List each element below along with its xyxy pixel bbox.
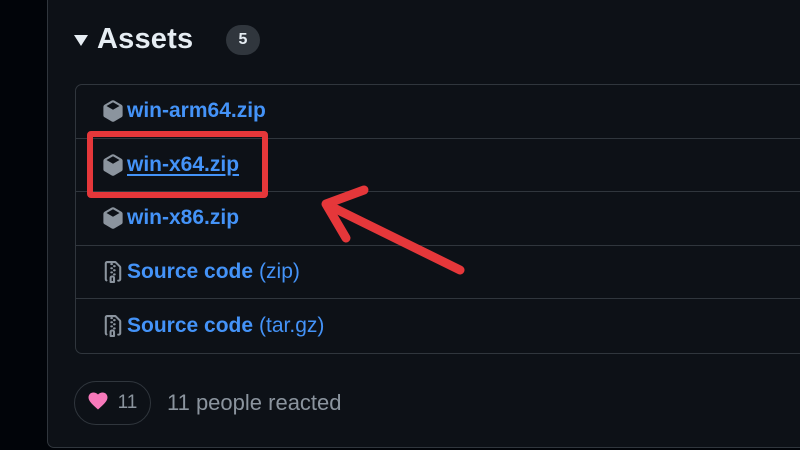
asset-row: Source code (tar.gz)	[76, 299, 800, 353]
reaction-summary: 11 people reacted	[167, 390, 342, 415]
asset-row: Source code (zip)	[76, 246, 800, 300]
asset-format: (zip)	[259, 260, 300, 284]
heart-icon	[88, 392, 108, 415]
asset-name: win-x86.zip	[127, 206, 240, 230]
asset-link-source-tar-gz[interactable]: Source code (tar.gz)	[102, 314, 324, 338]
heart-reaction-button[interactable]: 11	[74, 381, 151, 425]
asset-row: win-x86.zip	[76, 192, 800, 246]
caret-down-icon	[74, 34, 88, 46]
asset-link-source-zip[interactable]: Source code (zip)	[102, 260, 300, 284]
asset-name: Source code	[127, 314, 254, 338]
page: Assets 5 win-arm64.zip win-x64.zip win-x…	[0, 0, 800, 450]
assets-title: Assets	[97, 22, 194, 55]
package-icon	[102, 99, 124, 123]
asset-link-win-x86[interactable]: win-x86.zip	[102, 206, 239, 230]
assets-toggle[interactable]: Assets	[74, 18, 193, 60]
asset-link-win-arm64[interactable]: win-arm64.zip	[102, 99, 266, 123]
asset-link-win-x64[interactable]: win-x64.zip	[102, 153, 239, 177]
asset-name: win-arm64.zip	[127, 99, 266, 123]
asset-row: win-arm64.zip	[76, 85, 800, 139]
assets-count-badge: 5	[226, 25, 260, 55]
package-icon	[102, 153, 124, 177]
reaction-count: 11	[117, 392, 138, 413]
asset-format: (tar.gz)	[259, 314, 325, 338]
package-icon	[102, 206, 124, 230]
asset-row: win-x64.zip	[76, 139, 800, 193]
file-zip-icon	[102, 260, 124, 284]
asset-name: win-x64.zip	[127, 152, 240, 176]
asset-name: Source code	[127, 260, 254, 284]
asset-list: win-arm64.zip win-x64.zip win-x86.zip So…	[75, 84, 800, 354]
reactions-bar: 11 11 people reacted	[74, 381, 342, 425]
file-zip-icon	[102, 314, 124, 338]
